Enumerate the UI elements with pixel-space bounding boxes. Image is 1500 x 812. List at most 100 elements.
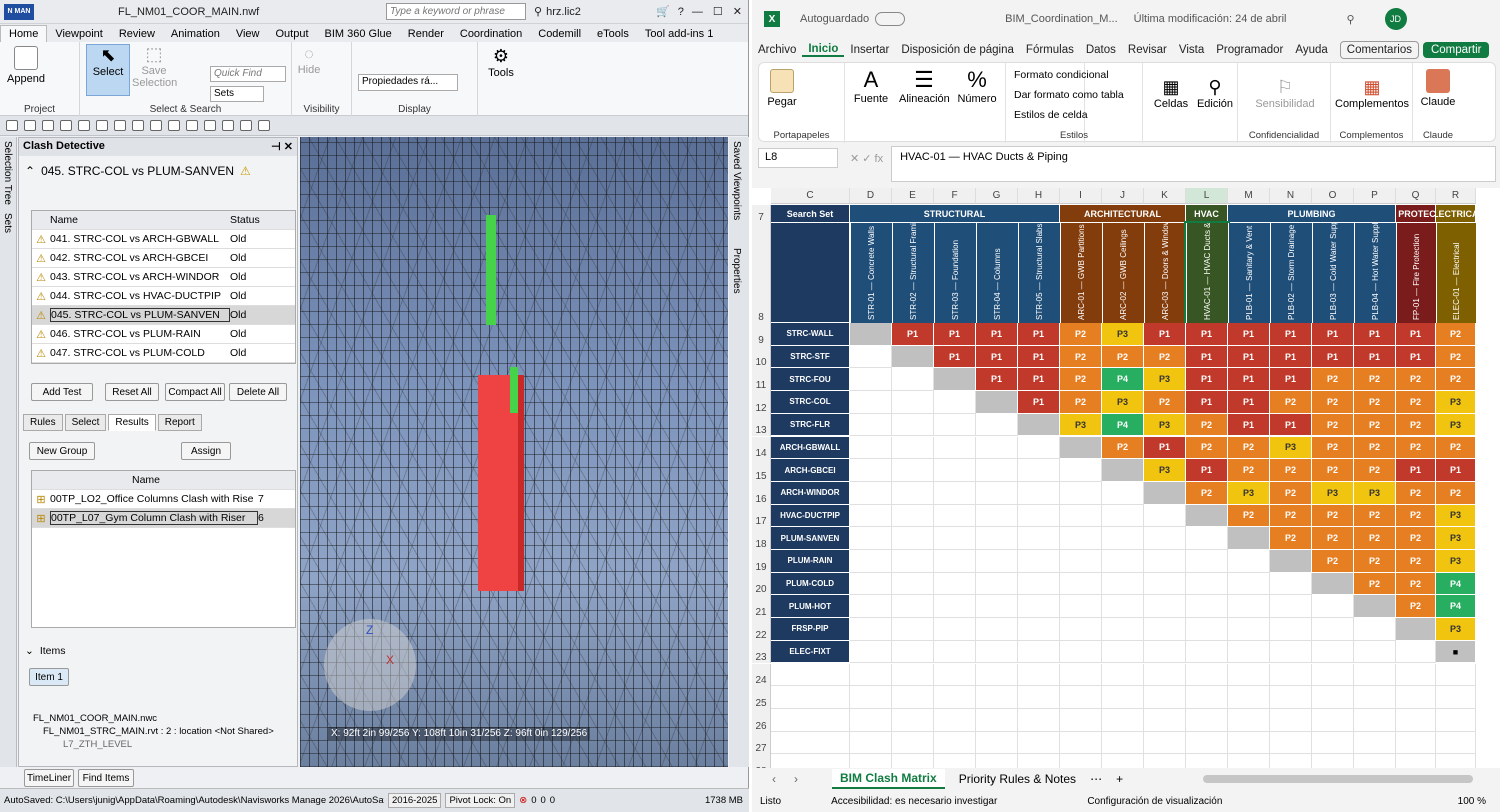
matrix-cell[interactable]: P2 (1228, 436, 1270, 460)
matrix-cell[interactable] (1228, 572, 1270, 596)
empty-cell[interactable] (934, 663, 976, 687)
tab-animation[interactable]: Animation (163, 26, 228, 42)
matrix-cell[interactable] (1144, 572, 1186, 596)
tab-bim360[interactable]: BIM 360 Glue (317, 26, 400, 42)
empty-cell[interactable] (850, 686, 892, 709)
matrix-cell[interactable]: P2 (1060, 323, 1102, 346)
matrix-cell[interactable] (1102, 481, 1144, 505)
matrix-cell[interactable]: P1 (1270, 323, 1312, 346)
empty-cell[interactable] (892, 708, 934, 732)
matrix-cell[interactable] (1018, 481, 1060, 505)
matrix-cell[interactable] (1018, 504, 1060, 528)
empty-cell[interactable] (892, 663, 934, 687)
matrix-cell[interactable] (892, 459, 934, 482)
empty-cell[interactable] (771, 708, 850, 732)
empty-cell[interactable] (1436, 663, 1476, 687)
column-header[interactable]: P (1354, 188, 1396, 204)
zoom-level[interactable]: 100 % (1458, 796, 1486, 807)
tab-review[interactable]: Review (111, 26, 163, 42)
column-header[interactable]: H (1018, 188, 1060, 204)
matrix-cell[interactable]: P1 (1396, 345, 1436, 369)
toolbar-icon[interactable] (42, 120, 54, 131)
maximize-icon[interactable]: ☐ (713, 5, 723, 18)
matrix-cell[interactable] (1270, 550, 1312, 573)
column-header[interactable]: J (1102, 188, 1144, 204)
matrix-cell[interactable]: P3 (1436, 504, 1476, 528)
empty-cell[interactable] (1060, 754, 1102, 768)
matrix-cell[interactable] (850, 618, 892, 641)
current-test-header[interactable]: ⌃ 045. STRC-COL vs PLUM-SANVEN ⚠ (25, 164, 251, 178)
horizontal-scrollbar[interactable] (1203, 775, 1474, 783)
empty-cell[interactable] (1144, 663, 1186, 687)
empty-cell[interactable] (1396, 754, 1436, 768)
matrix-cell[interactable] (1312, 640, 1354, 664)
tab-datos[interactable]: Datos (1080, 44, 1122, 56)
matrix-cell[interactable]: P1 (1186, 323, 1228, 346)
reset-all-button[interactable]: Reset All (105, 383, 159, 401)
matrix-cell[interactable]: P3 (1436, 413, 1476, 437)
matrix-cell[interactable]: P1 (1228, 323, 1270, 346)
row-header[interactable]: 25 (752, 686, 771, 709)
empty-cell[interactable] (1018, 708, 1060, 732)
comments-button[interactable]: Comentarios (1339, 41, 1419, 59)
empty-cell[interactable] (1228, 754, 1270, 768)
row-header[interactable]: 20 (752, 572, 771, 596)
row-header[interactable]: 13 (752, 413, 771, 437)
tab-programador[interactable]: Programador (1210, 44, 1289, 56)
item1-button[interactable]: Item 1 (29, 668, 69, 686)
matrix-cell[interactable] (1186, 550, 1228, 573)
empty-cell[interactable] (1228, 686, 1270, 709)
tab-report[interactable]: Report (157, 414, 202, 431)
matrix-cell[interactable] (1270, 595, 1312, 619)
matrix-cell[interactable] (1228, 618, 1270, 641)
matrix-cell[interactable]: P3 (1102, 391, 1144, 414)
matrix-cell[interactable] (892, 368, 934, 392)
matrix-cell[interactable] (892, 595, 934, 619)
matrix-cell[interactable]: P2 (1144, 345, 1186, 369)
matrix-cell[interactable]: P2 (1354, 436, 1396, 460)
matrix-cell[interactable] (1144, 618, 1186, 641)
matrix-cell[interactable] (1018, 413, 1060, 437)
tab-select[interactable]: Select (64, 414, 107, 431)
tree-item[interactable]: FL_NM01_STRC_MAIN.rvt : 2 : location <No… (33, 725, 274, 738)
row-header[interactable]: 8 (752, 223, 771, 323)
matrix-cell[interactable]: P1 (1228, 368, 1270, 392)
empty-cell[interactable] (1396, 731, 1436, 755)
toolbar-icon[interactable] (24, 120, 36, 131)
tab-formulas[interactable]: Fórmulas (1020, 44, 1080, 56)
matrix-cell[interactable]: P2 (1270, 504, 1312, 528)
empty-cell[interactable] (1186, 708, 1228, 732)
matrix-cell[interactable] (1270, 572, 1312, 596)
matrix-cell[interactable]: P2 (1270, 459, 1312, 482)
matrix-cell[interactable] (1018, 550, 1060, 573)
pivot-lock-toggle[interactable]: Pivot Lock: On (445, 793, 516, 808)
matrix-cell[interactable] (1102, 595, 1144, 619)
empty-cell[interactable] (1228, 731, 1270, 755)
empty-cell[interactable] (976, 731, 1018, 755)
matrix-cell[interactable] (1186, 618, 1228, 641)
toolbar-icon[interactable] (132, 120, 144, 131)
column-header[interactable]: N (1270, 188, 1312, 204)
matrix-cell[interactable]: P1 (892, 323, 934, 346)
row-header[interactable]: 9 (752, 323, 771, 346)
empty-cell[interactable] (1060, 731, 1102, 755)
matrix-cell[interactable] (850, 504, 892, 528)
matrix-cell[interactable] (1144, 640, 1186, 664)
matrix-cell[interactable]: P1 (976, 345, 1018, 369)
tab-viewpoint[interactable]: Viewpoint (47, 26, 111, 42)
riser-pipe-green-lower[interactable] (510, 367, 518, 413)
matrix-cell[interactable] (976, 640, 1018, 664)
empty-cell[interactable] (1144, 686, 1186, 709)
tab-render[interactable]: Render (400, 26, 452, 42)
column-header[interactable]: L (1186, 188, 1228, 204)
matrix-cell[interactable] (892, 527, 934, 550)
name-box[interactable]: L8 (758, 148, 838, 168)
matrix-cell[interactable]: P1 (1436, 459, 1476, 482)
empty-cell[interactable] (850, 754, 892, 768)
next-sheet-icon[interactable]: › (794, 772, 798, 786)
sheet-tab-active[interactable]: BIM Clash Matrix (832, 769, 945, 789)
matrix-cell[interactable]: P1 (976, 323, 1018, 346)
matrix-cell[interactable]: P2 (1396, 413, 1436, 437)
find-items-tab[interactable]: Find Items (78, 769, 134, 787)
matrix-cell[interactable] (850, 595, 892, 619)
